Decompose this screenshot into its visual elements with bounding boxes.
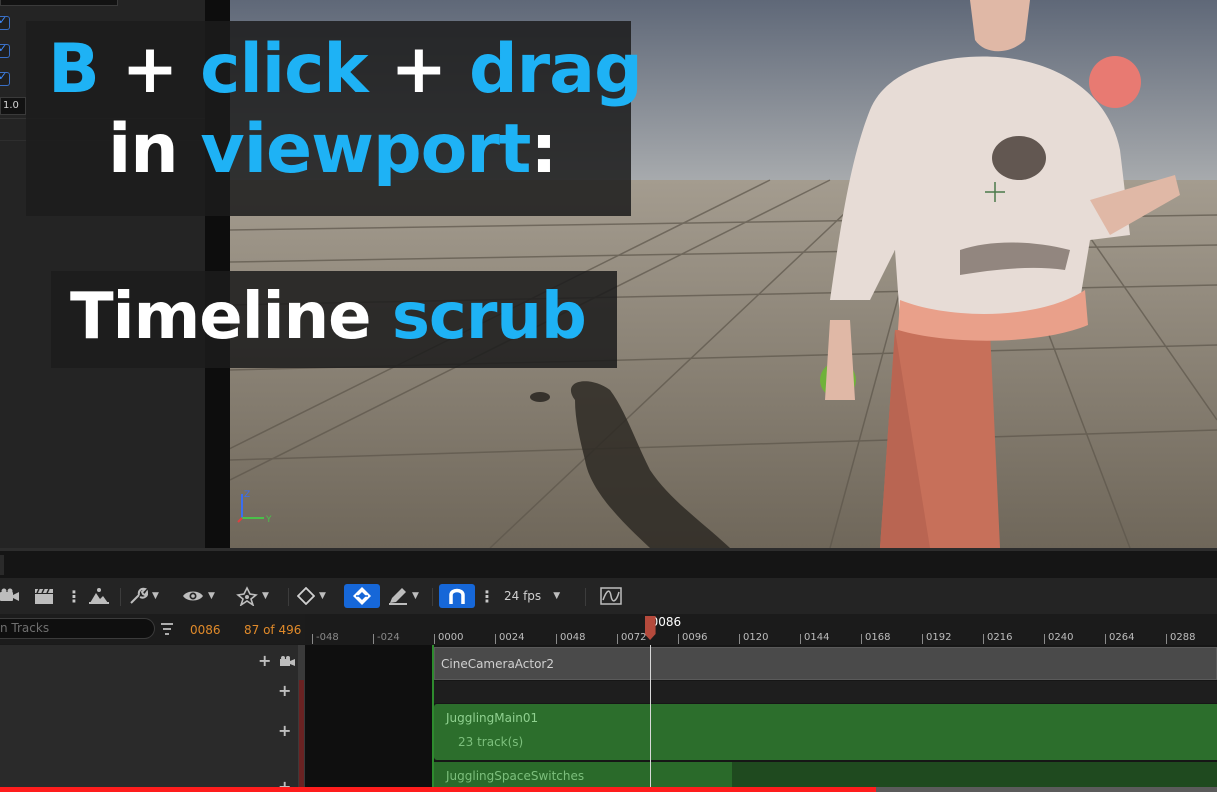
ruler-tick-label: 0192 <box>926 632 952 643</box>
ruler-tick-label: -048 <box>316 632 339 643</box>
axis-y-label: Y <box>265 515 272 525</box>
caption-in: in <box>108 110 201 189</box>
track-tree: + + + + <box>0 645 298 792</box>
ruler-tick-label: 0048 <box>560 632 586 643</box>
caption-viewport: viewport <box>200 110 531 189</box>
caption-click: click <box>200 30 368 109</box>
video-progress-bar[interactable] <box>0 787 1217 792</box>
caption-plus: + <box>367 30 469 109</box>
ruler-tick <box>556 634 557 644</box>
ruler-tick <box>1166 634 1167 644</box>
ruler-tick <box>678 634 679 644</box>
ruler-tick <box>1044 634 1045 644</box>
video-progress-fill <box>0 787 877 792</box>
ruler-tick <box>373 634 374 644</box>
add-track-icon[interactable]: + <box>258 651 271 670</box>
ruler-tick-label: 0000 <box>438 632 464 643</box>
auto-key-icon[interactable]: ▼ <box>236 584 269 608</box>
current-frame-field[interactable]: 0086 <box>190 623 221 637</box>
pre-roll-area <box>305 645 432 792</box>
axis-z-label: Z <box>244 490 250 500</box>
caption-line-shortcut: B + click + drag <box>48 30 643 109</box>
add-track-icon[interactable]: + <box>278 681 291 700</box>
ruler-tick-label: 0144 <box>804 632 830 643</box>
caption-line-title: Timeline scrub <box>70 280 587 354</box>
sequencer-toolbar: ⋮ ▼ ▼ ▼ ▼ ▼ ⋮ 24 fps ▼ <box>0 578 1217 614</box>
ruler-tick-label: 0288 <box>1170 632 1196 643</box>
track-label: JugglingSpaceSwitches <box>446 769 585 783</box>
ruler-tick <box>983 634 984 644</box>
magnet-icon[interactable] <box>439 584 475 608</box>
render-icon[interactable] <box>88 584 110 608</box>
ruler-tick <box>495 634 496 644</box>
filter-icon[interactable] <box>160 622 174 636</box>
property-checkbox[interactable] <box>0 14 10 30</box>
property-number-field[interactable]: 1.0 <box>0 97 26 115</box>
clapperboard-icon[interactable] <box>34 584 54 608</box>
ruler-tick-label: 0024 <box>499 632 525 643</box>
more-options-icon[interactable]: ⋮ <box>66 584 82 608</box>
wrench-icon[interactable]: ▼ <box>128 584 159 608</box>
caption-drag: drag <box>468 30 643 109</box>
ruler-tick <box>617 634 618 644</box>
caption-line-viewport: in viewport: <box>108 110 558 189</box>
animation-track-section[interactable]: JugglingMain01 23 track(s) <box>434 704 1217 760</box>
keyframe-icon[interactable]: ▼ <box>297 584 326 608</box>
sequencer-tab-strip <box>0 548 1217 578</box>
ruler-tick-label: 0240 <box>1048 632 1074 643</box>
caption-colon: : <box>530 110 557 189</box>
ruler-tick-label: 0072 <box>621 632 647 643</box>
timeline-ruler[interactable]: 0086 -048 -024 0000 0024 0048 0072 0096 0120 014… <box>305 614 1217 645</box>
curve-editor-icon[interactable] <box>600 584 622 608</box>
add-track-icon[interactable]: + <box>278 721 291 740</box>
track-area[interactable]: CineCameraActor2 JugglingMain01 23 track… <box>305 645 1217 792</box>
camera-icon[interactable] <box>0 584 20 608</box>
property-checkbox[interactable] <box>0 70 10 86</box>
ruler-tick <box>800 634 801 644</box>
eye-icon[interactable]: ▼ <box>182 584 215 608</box>
ruler-tick-label: 0168 <box>865 632 891 643</box>
ruler-tick-label: 0120 <box>743 632 769 643</box>
ruler-tick-label: -024 <box>377 632 400 643</box>
track-label: JugglingMain01 <box>446 711 539 725</box>
track-count-label: 23 track(s) <box>458 735 524 749</box>
axis-gizmo-icon: Z Y <box>237 490 272 525</box>
camera-icon[interactable] <box>280 655 296 667</box>
tab-handle[interactable] <box>0 555 4 575</box>
playhead-line <box>649 645 651 792</box>
snap-transform-icon[interactable] <box>344 584 380 608</box>
property-checkbox[interactable] <box>0 42 10 58</box>
ruler-tick <box>861 634 862 644</box>
ruler-tick <box>922 634 923 644</box>
track-search-input[interactable]: n Tracks <box>0 618 155 639</box>
caption-key-b: B <box>48 30 100 109</box>
ruler-tick <box>434 634 435 644</box>
caption-plus: + <box>98 30 201 109</box>
ruler-tick-label: 0264 <box>1109 632 1135 643</box>
snap-options-icon[interactable]: ⋮ <box>479 584 495 608</box>
ruler-tick-label: 0216 <box>987 632 1013 643</box>
track-row <box>434 681 1217 703</box>
frame-count-label: 87 of 496 <box>244 623 302 637</box>
ruler-tick-label: 0096 <box>682 632 708 643</box>
caption-timeline: Timeline <box>70 280 392 354</box>
track-search-row: n Tracks 0086 87 of 496 <box>0 614 305 644</box>
caption-scrub: scrub <box>391 280 587 354</box>
camera-track-section[interactable]: CineCameraActor2 <box>434 647 1217 680</box>
frame-rate-dropdown[interactable]: 24 fps ▼ <box>504 584 560 608</box>
property-field[interactable] <box>0 0 118 6</box>
ruler-tick <box>312 634 313 644</box>
fps-label: 24 fps <box>504 589 542 603</box>
track-tree-highlight <box>299 680 304 792</box>
pen-icon[interactable]: ▼ <box>388 584 419 608</box>
ruler-tick <box>1105 634 1106 644</box>
ruler-tick <box>739 634 740 644</box>
track-label: CineCameraActor2 <box>441 657 555 671</box>
